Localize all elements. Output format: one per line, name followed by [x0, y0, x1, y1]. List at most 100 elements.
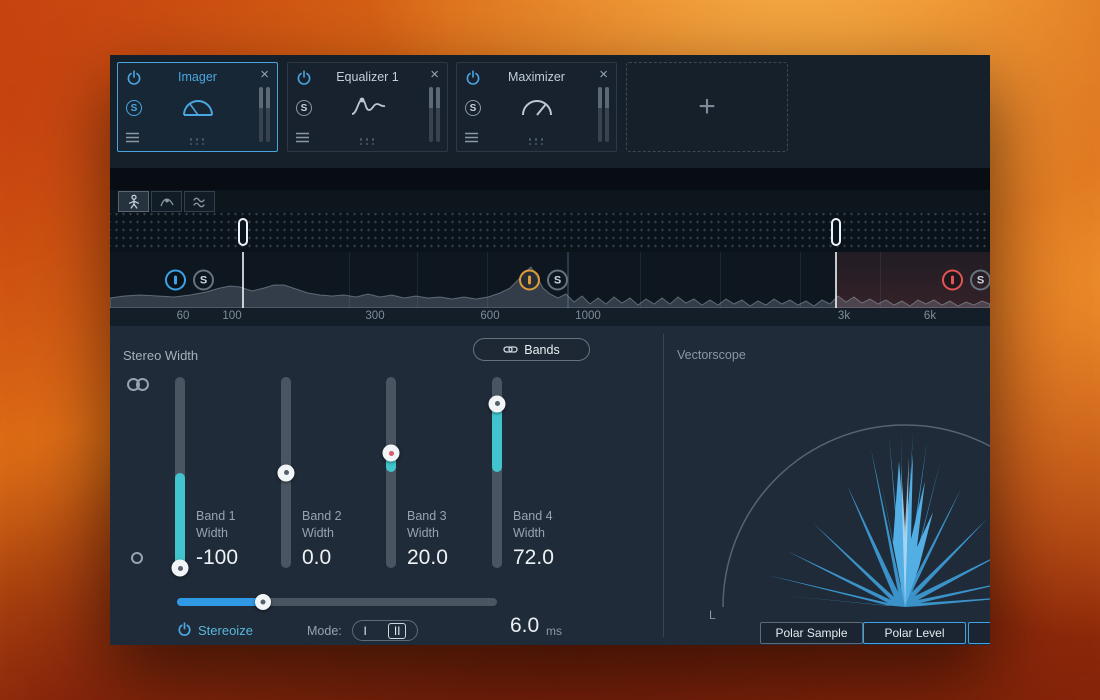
- band3-power-icon[interactable]: [519, 270, 540, 291]
- power-icon[interactable]: [465, 70, 481, 86]
- band-value: 20.0: [407, 546, 497, 570]
- view-toolbar: [110, 190, 990, 213]
- frequency-scale: 60 100 300 600 1000 3k 6k: [110, 308, 990, 326]
- band4-solo-button[interactable]: S: [970, 270, 990, 291]
- crossover-line-2: [835, 252, 837, 308]
- close-icon[interactable]: ×: [430, 66, 439, 83]
- plugin-window: Imager × S Equalizer 1 × S: [110, 55, 990, 645]
- delay-value: 6.0: [510, 614, 539, 638]
- module-meters: [259, 87, 270, 142]
- module-meters: [598, 87, 609, 142]
- panel-divider: [663, 334, 664, 637]
- mode-option-i[interactable]: I: [363, 624, 366, 638]
- module-card-maximizer[interactable]: Maximizer × S: [456, 62, 617, 152]
- partial-view-button[interactable]: [968, 622, 990, 644]
- curve-node-icon: [159, 194, 175, 209]
- crossover-handle-1[interactable]: [238, 218, 248, 246]
- band4-controls: S: [942, 270, 990, 291]
- preset-list-icon[interactable]: [465, 132, 478, 143]
- band-value: 0.0: [302, 546, 392, 570]
- stick-figure-icon: [126, 194, 142, 210]
- polar-level-label: Polar Level: [884, 626, 944, 640]
- band-name: Band 1: [196, 508, 286, 525]
- power-icon[interactable]: [126, 70, 142, 86]
- band3-controls: S: [519, 270, 568, 291]
- close-icon[interactable]: ×: [260, 66, 269, 83]
- band4-label: Band 4 Width 72.0: [513, 508, 603, 570]
- band-name: Band 3: [407, 508, 497, 525]
- slider-handle[interactable]: [255, 594, 271, 610]
- mono-icon: [131, 551, 143, 569]
- slider-handle[interactable]: [172, 560, 189, 577]
- drag-handle-icon[interactable]: [190, 138, 206, 145]
- module-chain: Imager × S Equalizer 1 × S: [110, 55, 990, 168]
- freq-label: 100: [222, 310, 241, 322]
- band-param: Width: [196, 525, 286, 542]
- band1-width-slider[interactable]: [173, 377, 187, 568]
- close-icon[interactable]: ×: [599, 66, 608, 83]
- power-icon[interactable]: [296, 70, 312, 86]
- module-title: Imager: [146, 70, 249, 84]
- drag-handle-icon[interactable]: [360, 138, 376, 145]
- preset-list-icon[interactable]: [296, 132, 309, 143]
- band-value: 72.0: [513, 546, 603, 570]
- spectrum-analyzer: S S S: [110, 252, 990, 308]
- add-module-slot[interactable]: +: [626, 62, 788, 152]
- band-param: Width: [407, 525, 497, 542]
- freq-label: 300: [365, 310, 384, 322]
- crossover-line-1: [242, 252, 244, 308]
- imager-module-icon: [118, 93, 277, 119]
- freq-label: 1000: [575, 310, 601, 322]
- freq-label: 60: [177, 310, 190, 322]
- module-meters: [429, 87, 440, 142]
- module-title: Equalizer 1: [316, 70, 419, 84]
- view-button-waves[interactable]: [184, 191, 215, 212]
- polar-level-button[interactable]: Polar Level: [863, 622, 966, 644]
- stereoize-power-icon[interactable]: [177, 622, 192, 637]
- band3-label: Band 3 Width 20.0: [407, 508, 497, 570]
- module-card-equalizer[interactable]: Equalizer 1 × S: [287, 62, 448, 152]
- band4-power-icon[interactable]: [942, 270, 963, 291]
- preset-list-icon[interactable]: [126, 132, 139, 143]
- module-card-imager[interactable]: Imager × S: [117, 62, 278, 152]
- view-button-stereo-image[interactable]: [118, 191, 149, 212]
- band1-power-icon[interactable]: [165, 270, 186, 291]
- band-param: Width: [302, 525, 392, 542]
- slider-handle[interactable]: [489, 395, 506, 412]
- section-title: Stereo Width: [123, 348, 198, 363]
- slider-fill: [177, 598, 263, 606]
- band-name: Band 4: [513, 508, 603, 525]
- stereoize-label: Stereoize: [198, 623, 253, 638]
- imager-panel: Stereo Width Bands: [110, 326, 990, 645]
- freq-label: 3k: [838, 310, 850, 322]
- bands-button[interactable]: Bands: [473, 338, 590, 361]
- band-name: Band 2: [302, 508, 392, 525]
- mode-label: Mode:: [307, 624, 342, 638]
- maximizer-module-icon: [457, 93, 616, 119]
- delay-unit: ms: [546, 624, 562, 638]
- stereo-width-icon: [127, 378, 149, 396]
- desktop-wallpaper: Imager × S Equalizer 1 × S: [0, 0, 1100, 700]
- slider-fill: [175, 473, 185, 569]
- drag-handle-icon[interactable]: [529, 138, 545, 145]
- polar-sample-button[interactable]: Polar Sample: [760, 622, 863, 644]
- mode-toggle[interactable]: I II: [352, 620, 418, 641]
- add-icon: +: [698, 90, 716, 124]
- bands-button-label: Bands: [524, 343, 559, 357]
- slider-handle[interactable]: [278, 464, 295, 481]
- band3-solo-button[interactable]: S: [547, 270, 568, 291]
- band1-solo-button[interactable]: S: [193, 270, 214, 291]
- stereoize-amount-slider[interactable]: [177, 598, 497, 606]
- crossover-ruler[interactable]: [110, 213, 990, 252]
- waves-icon: [192, 195, 208, 209]
- vectorscope-title: Vectorscope: [677, 348, 746, 362]
- crossover-handle-2[interactable]: [831, 218, 841, 246]
- band1-controls: S: [165, 270, 214, 291]
- slider-handle[interactable]: [383, 445, 400, 462]
- vectorscope-left-label: L: [709, 608, 716, 622]
- view-button-crossover[interactable]: [151, 191, 182, 212]
- vectorscope-display: [663, 362, 990, 622]
- mode-option-ii[interactable]: II: [388, 623, 407, 639]
- band-value: -100: [196, 546, 286, 570]
- polar-sample-label: Polar Sample: [775, 626, 847, 640]
